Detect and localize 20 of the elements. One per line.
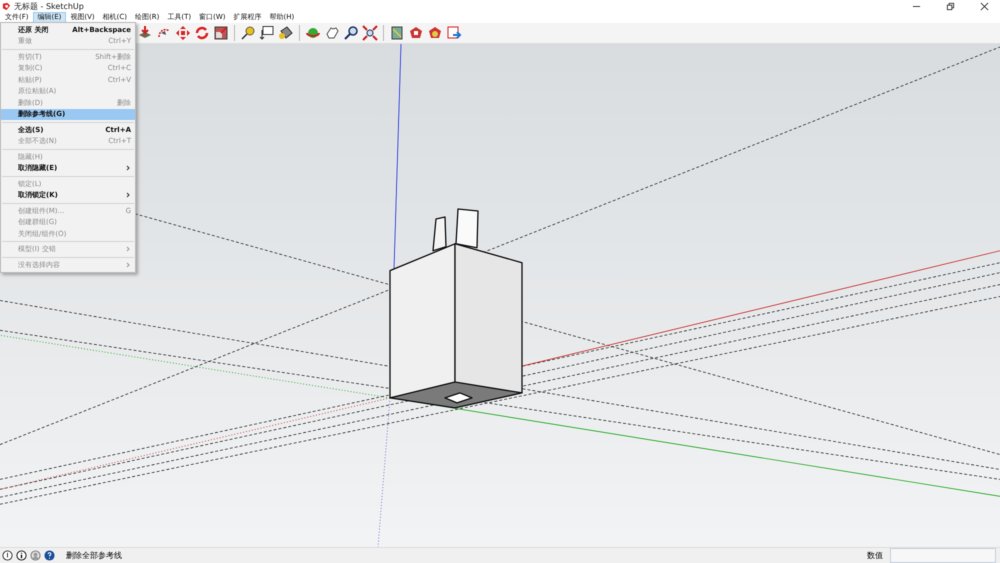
scale-icon[interactable] <box>213 25 229 41</box>
search-icon[interactable] <box>343 25 359 41</box>
help-icon[interactable] <box>44 550 55 561</box>
zoom-extents-icon[interactable] <box>362 25 378 41</box>
paint-bucket-icon[interactable] <box>278 25 294 41</box>
window-title: 无标题 - SketchUp <box>14 0 85 12</box>
measurements-input-field[interactable] <box>890 548 996 563</box>
push-pull-icon[interactable] <box>137 25 153 41</box>
restore-icon[interactable] <box>946 2 955 10</box>
move-icon[interactable] <box>175 25 191 41</box>
info-icon[interactable] <box>16 550 27 561</box>
tape-measure-icon[interactable] <box>240 25 256 41</box>
text-tool-icon[interactable] <box>259 25 275 41</box>
user-icon[interactable] <box>30 550 41 561</box>
status-message: 删除全部参考线 <box>66 550 123 561</box>
share-model-icon[interactable] <box>446 25 462 41</box>
close-icon[interactable] <box>980 2 989 10</box>
rotate-icon[interactable] <box>194 25 210 41</box>
measurements-label: 数值 <box>867 550 883 561</box>
orbit-icon[interactable] <box>305 25 321 41</box>
